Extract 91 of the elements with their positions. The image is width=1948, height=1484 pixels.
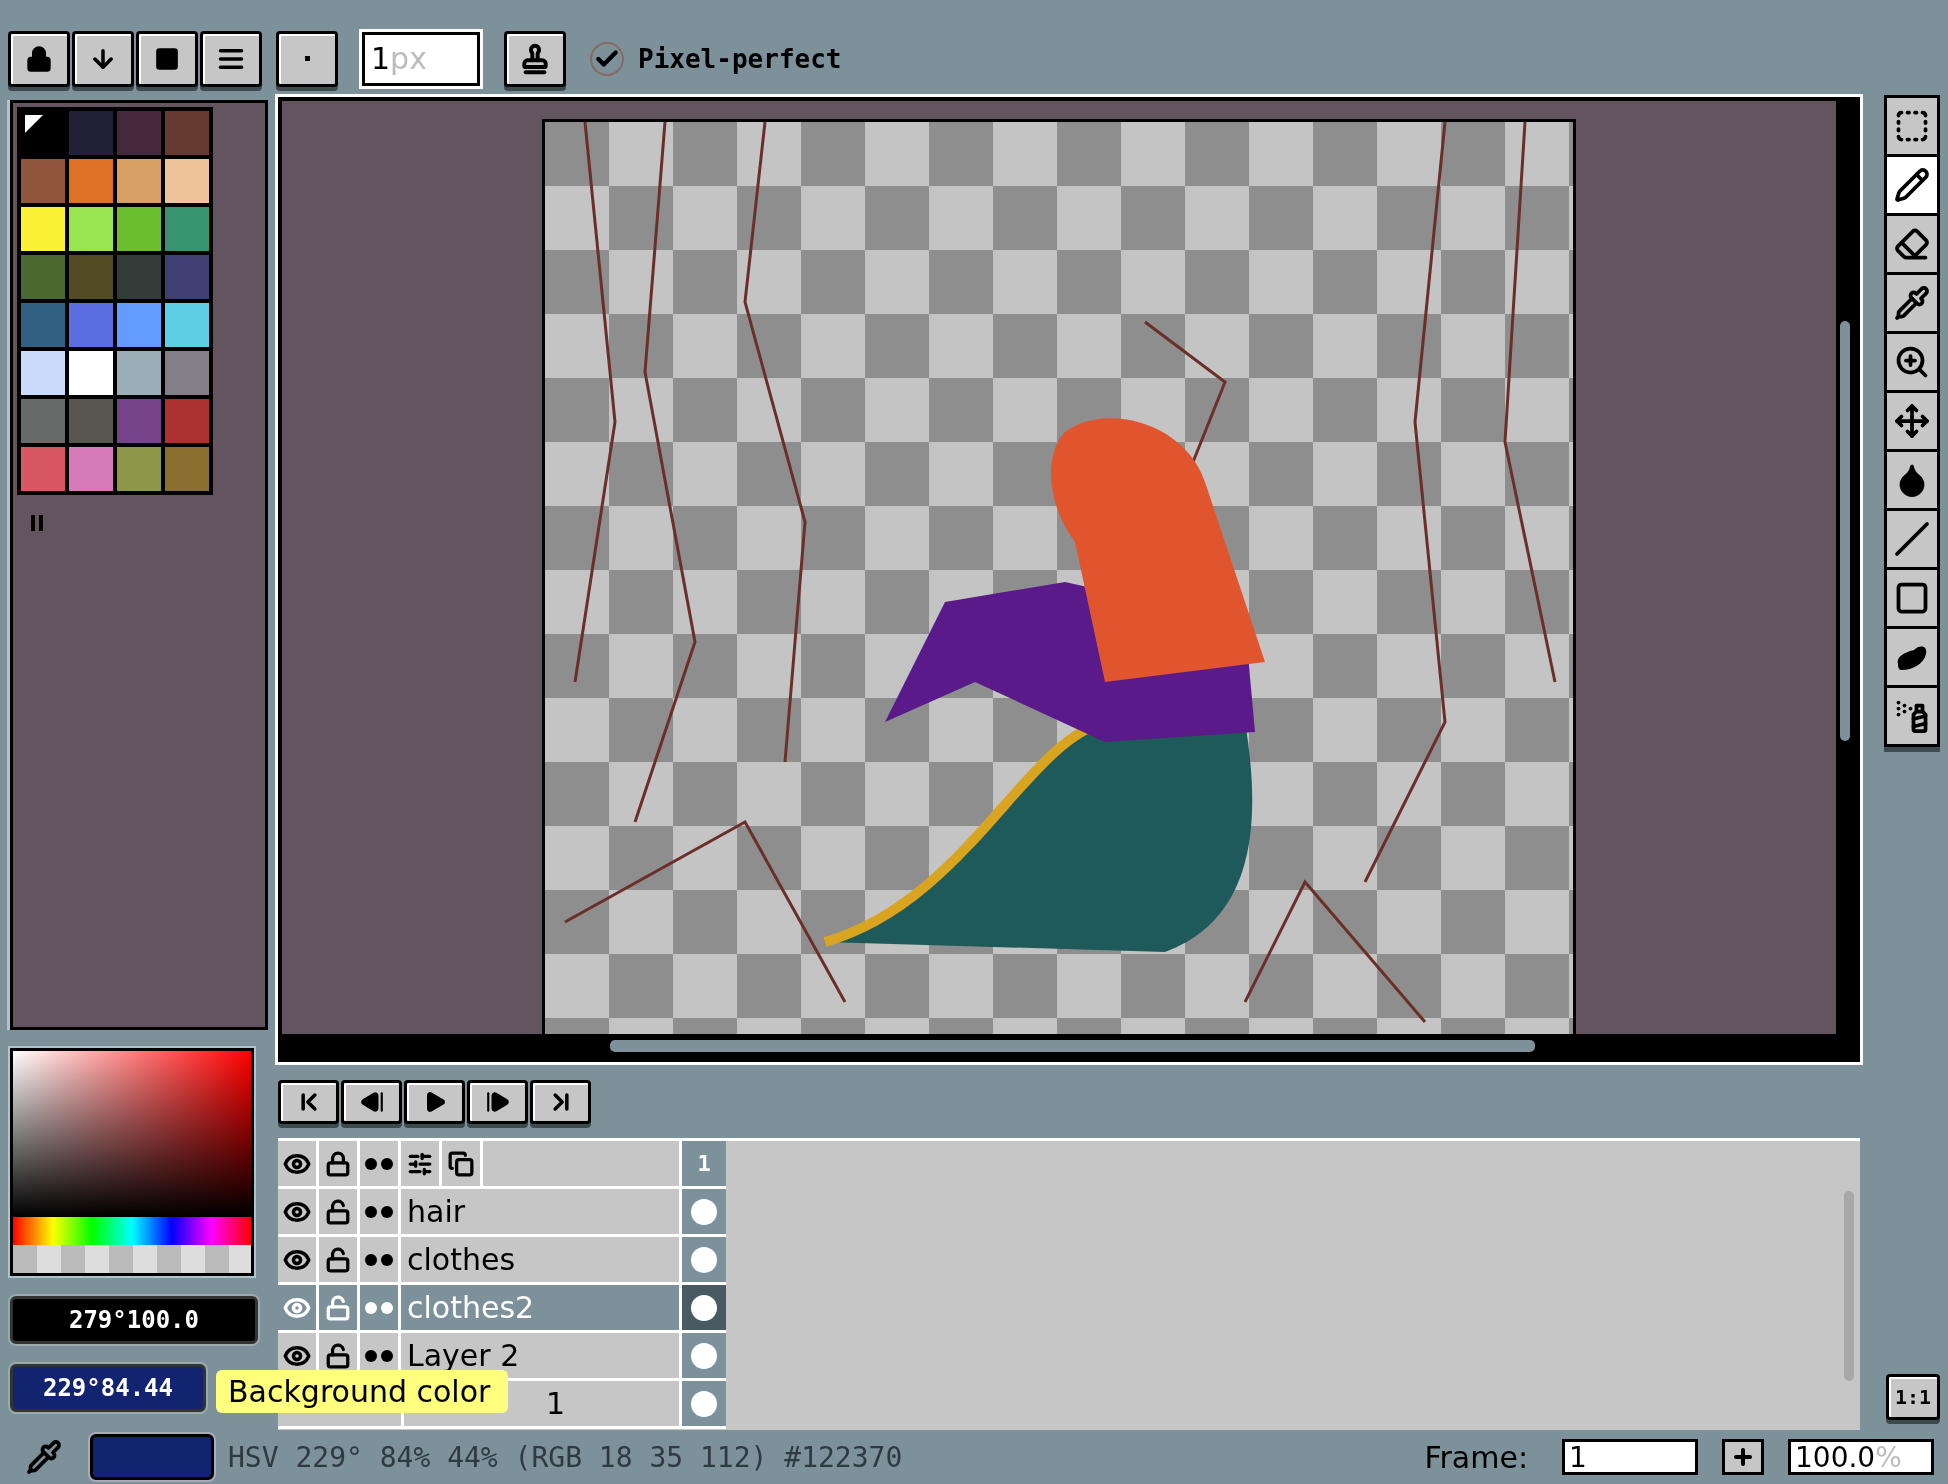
color-swatch[interactable] (21, 399, 65, 443)
scrollbar[interactable] (610, 1040, 1535, 1052)
layer-name[interactable]: 1 (546, 1386, 566, 1421)
color-swatch[interactable] (165, 399, 209, 443)
tool-button[interactable] (1887, 511, 1937, 567)
dots-icon[interactable] (365, 1349, 393, 1362)
tool-button[interactable] (1887, 452, 1937, 508)
cel-icon[interactable] (691, 1198, 717, 1225)
color-swatch[interactable] (117, 255, 161, 299)
tool-button[interactable] (1887, 216, 1937, 272)
color-swatch[interactable] (165, 447, 209, 491)
color-swatch[interactable] (21, 159, 65, 203)
color-swatch[interactable] (165, 207, 209, 251)
color-swatch[interactable] (165, 303, 209, 347)
color-swatch[interactable] (69, 447, 113, 491)
pixel-perfect-checkbox[interactable] (590, 41, 624, 76)
color-swatch[interactable] (117, 447, 161, 491)
color-swatch[interactable] (69, 351, 113, 395)
lock-icon[interactable] (325, 1150, 351, 1177)
eraser-icon (1894, 226, 1930, 262)
dots-icon[interactable] (365, 1253, 393, 1266)
rectangle-icon (1894, 580, 1930, 616)
color-swatch[interactable] (69, 399, 113, 443)
tool-button[interactable] (1887, 629, 1937, 685)
color-swatch[interactable] (21, 207, 65, 251)
color-swatch[interactable] (69, 159, 113, 203)
marquee-icon (1894, 108, 1930, 144)
move-icon (1894, 403, 1930, 439)
tool-button[interactable] (1887, 570, 1937, 626)
color-swatch[interactable] (21, 255, 65, 299)
add-frame-button[interactable] (1722, 1439, 1764, 1475)
color-swatch[interactable] (117, 399, 161, 443)
color-swatch[interactable] (69, 111, 113, 155)
frame-field[interactable]: 1 (1562, 1439, 1698, 1475)
spray-can-icon (1894, 698, 1930, 734)
tool-button[interactable] (1887, 275, 1937, 331)
color-picker[interactable] (10, 1048, 254, 1276)
unlock-icon[interactable] (325, 1246, 351, 1273)
unlock-icon[interactable] (325, 1342, 351, 1369)
unlock-icon[interactable] (325, 1198, 351, 1225)
line-icon (1894, 521, 1930, 557)
pixel-perfect-label: Pixel-perfect (638, 43, 842, 74)
color-swatch[interactable] (117, 159, 161, 203)
foreground-color-field[interactable]: 279°100.0 (10, 1296, 258, 1344)
stamp-icon (519, 42, 551, 75)
pencil-icon (1894, 167, 1930, 203)
color-swatch[interactable] (69, 207, 113, 251)
cel-icon[interactable] (691, 1246, 717, 1273)
color-swatch[interactable] (117, 303, 161, 347)
tooltip: Background color (216, 1370, 509, 1413)
color-swatch[interactable] (21, 351, 65, 395)
eyedropper-icon (1894, 285, 1930, 321)
tool-button[interactable] (1887, 393, 1937, 449)
color-swatch[interactable] (165, 111, 209, 155)
magnifier-icon (1894, 344, 1930, 380)
square-icon (154, 45, 180, 72)
lock-icon (25, 44, 53, 73)
handle-icon[interactable] (31, 515, 43, 531)
color-swatch[interactable] (69, 303, 113, 347)
tool-button[interactable] (1887, 688, 1937, 744)
selected-corner-icon (25, 115, 43, 133)
color-swatch[interactable] (117, 111, 161, 155)
color-swatch[interactable] (117, 351, 161, 395)
dots-icon[interactable] (365, 1157, 393, 1170)
color-swatch[interactable] (165, 255, 209, 299)
brush-size-field[interactable]: 1px (362, 31, 480, 86)
cel-icon[interactable] (691, 1390, 717, 1417)
plus-icon (1731, 1445, 1755, 1469)
color-info: HSV 229° 84% 44% (RGB 18 35 112) #122370 (228, 1440, 903, 1474)
next-frame-icon (484, 1089, 511, 1115)
eyedropper-icon[interactable] (26, 1439, 62, 1475)
tool-button[interactable] (1887, 157, 1937, 213)
color-swatch[interactable] (165, 159, 209, 203)
previous-frame-icon (358, 1089, 385, 1115)
dots-icon[interactable] (365, 1301, 393, 1314)
color-swatch[interactable] (117, 207, 161, 251)
cel-icon[interactable] (691, 1342, 717, 1369)
color-swatch[interactable] (21, 447, 65, 491)
zoom-field[interactable]: 100.0% (1788, 1439, 1934, 1475)
layers-icon[interactable] (448, 1150, 474, 1177)
frame-label: Frame: (1424, 1439, 1528, 1475)
scrollbar[interactable] (1844, 1191, 1854, 1381)
dots-icon[interactable] (365, 1205, 393, 1218)
scrollbar[interactable] (1840, 321, 1850, 741)
background-color-field[interactable]: 229°84.44 (10, 1364, 206, 1412)
tool-button[interactable] (1887, 334, 1937, 390)
color-swatch[interactable] (165, 351, 209, 395)
cel-icon[interactable] (691, 1294, 717, 1321)
tool-button[interactable] (1887, 98, 1937, 154)
color-swatch[interactable] (69, 255, 113, 299)
color-swatch[interactable] (21, 303, 65, 347)
